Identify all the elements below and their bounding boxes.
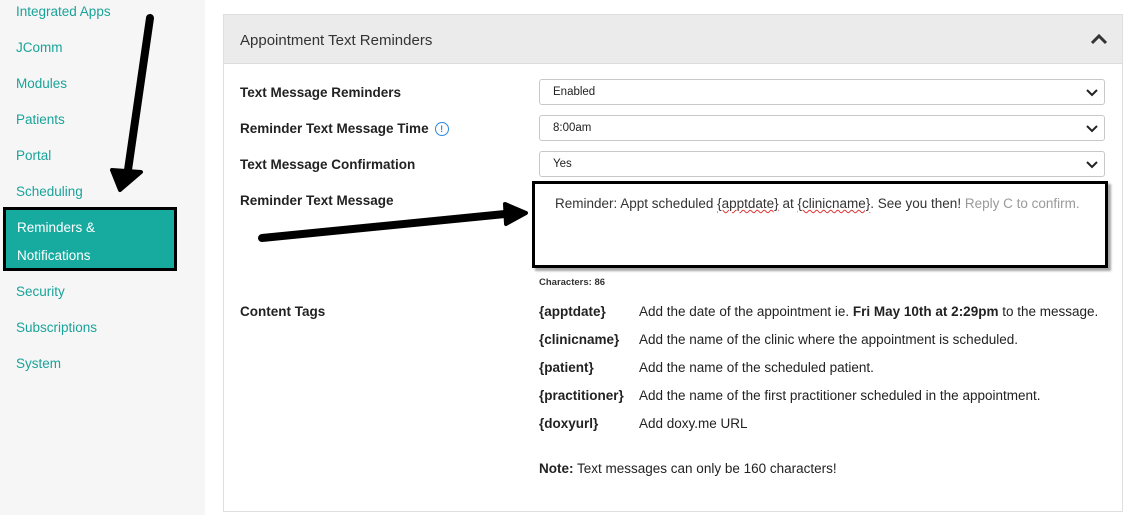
select-value: 8:00am [553,122,592,134]
tag-description: Add the date of the appointment ie. Fri … [639,304,1099,319]
content-tags-label: Content Tags [240,304,326,319]
message-text: Reminder: Appt scheduled {apptdate} at {… [555,196,1080,211]
sidebar-item-scheduling[interactable]: Scheduling [16,184,83,199]
sidebar-item-system[interactable]: System [16,356,61,371]
tag-description: Add the name of the scheduled patient. [639,360,874,375]
appointment-text-reminders-panel: Appointment Text Reminders Text Message … [223,14,1123,512]
sidebar-item-security[interactable]: Security [16,284,65,299]
message-placeholder: Reply C to confirm. [964,196,1080,211]
tag-name: {apptdate} [539,304,606,319]
tag-name: {practitioner} [539,388,624,403]
chevron-down-icon [1086,89,1098,97]
chevron-down-icon [1086,125,1098,133]
text-message-confirmation-select[interactable]: Yes [539,151,1105,177]
sidebar: Integrated Apps JComm Modules Patients P… [0,0,205,515]
character-count: Characters: 86 [539,277,606,288]
text-message-reminders-select[interactable]: Enabled [539,79,1105,105]
sidebar-item-integrated-apps[interactable]: Integrated Apps [16,4,111,19]
sidebar-item-modules[interactable]: Modules [16,76,67,91]
tag-name: {clinicname} [539,332,620,347]
tag-description: Add the name of the clinic where the app… [639,332,1018,347]
reminder-text-message-textarea[interactable]: Reminder: Appt scheduled {apptdate} at {… [532,181,1108,268]
text-message-confirmation-label: Text Message Confirmation [240,157,416,172]
reminder-time-select[interactable]: 8:00am [539,115,1105,141]
sidebar-item-patients[interactable]: Patients [16,112,65,127]
select-value: Yes [553,158,572,170]
text-message-reminders-label: Text Message Reminders [240,85,402,100]
tag-description: Add the name of the first practitioner s… [639,388,1041,403]
sidebar-item-label: Notifications [17,248,91,263]
sidebar-item-label: Reminders & [17,220,96,235]
panel-header[interactable]: Appointment Text Reminders [224,15,1122,64]
sidebar-item-subscriptions[interactable]: Subscriptions [16,320,97,335]
reminder-time-label: Reminder Text Message Time! [240,121,449,137]
panel-title: Appointment Text Reminders [240,32,433,49]
sidebar-item-portal[interactable]: Portal [16,148,51,163]
chevron-up-icon[interactable] [1090,32,1108,46]
sidebar-item-jcomm[interactable]: JComm [16,40,63,55]
info-icon[interactable]: ! [434,122,449,137]
tag-name: {doxyurl} [539,416,599,431]
tag-name: {patient} [539,360,594,375]
reminder-time-label-text: Reminder Text Message Time [240,121,429,136]
select-value: Enabled [553,86,596,98]
reminder-text-message-label: Reminder Text Message [240,193,394,208]
sidebar-item-reminders-notifications[interactable]: Reminders & Notifications [3,207,177,271]
tag-description: Add doxy.me URL [639,416,748,431]
chevron-down-icon [1086,161,1098,169]
note-text: Note: Text messages can only be 160 char… [539,461,837,476]
